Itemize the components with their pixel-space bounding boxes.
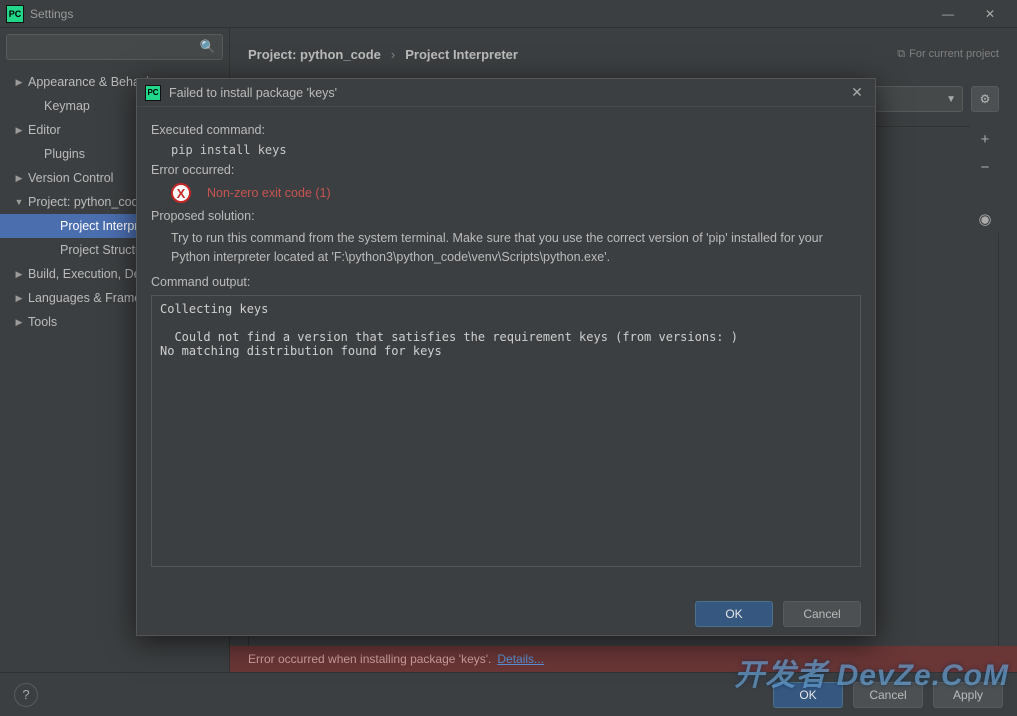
tree-arrow-icon: ▶ bbox=[14, 77, 24, 88]
sidebar-item-label: Tools bbox=[28, 315, 57, 329]
titlebar: PC Settings — ✕ bbox=[0, 0, 1017, 28]
tree-arrow-icon: ▼ bbox=[14, 197, 24, 207]
output-label: Command output: bbox=[151, 275, 861, 289]
app-icon: PC bbox=[6, 5, 24, 23]
search-input[interactable] bbox=[13, 40, 200, 54]
error-icon: X bbox=[171, 183, 191, 203]
dialog-app-icon: PC bbox=[145, 85, 161, 101]
sidebar-item-label: Editor bbox=[28, 123, 61, 137]
chevron-down-icon: ▼ bbox=[946, 94, 956, 105]
executed-label: Executed command: bbox=[151, 123, 861, 137]
sidebar-item-label: Keymap bbox=[44, 99, 90, 113]
error-dialog: PC Failed to install package 'keys' ✕ Ex… bbox=[136, 78, 876, 636]
bottom-bar: ? OK Cancel Apply bbox=[0, 672, 1017, 716]
tree-arrow-icon: ▶ bbox=[14, 317, 24, 328]
sidebar-item-label: Project: python_code bbox=[28, 195, 145, 209]
breadcrumb-sep-icon: › bbox=[391, 47, 395, 62]
help-button[interactable]: ? bbox=[14, 683, 38, 707]
interpreter-gear-button[interactable]: ⚙ bbox=[971, 86, 999, 112]
gear-icon: ⚙ bbox=[980, 92, 991, 106]
crumb-project: Project: python_code bbox=[248, 47, 381, 62]
show-packages-button[interactable]: ◉ bbox=[970, 205, 1000, 233]
dialog-cancel-button[interactable]: Cancel bbox=[783, 601, 861, 627]
error-banner-text: Error occurred when installing package '… bbox=[248, 652, 491, 666]
tree-arrow-icon: ▶ bbox=[14, 269, 24, 280]
window-title: Settings bbox=[30, 7, 73, 21]
copy-icon: ⧉ bbox=[897, 48, 905, 61]
close-window-button[interactable]: ✕ bbox=[969, 0, 1011, 28]
crumb-section: Project Interpreter bbox=[405, 47, 518, 62]
dialog-titlebar: PC Failed to install package 'keys' ✕ bbox=[137, 79, 875, 107]
settings-apply-button[interactable]: Apply bbox=[933, 682, 1003, 708]
sidebar-search[interactable]: 🔍 bbox=[6, 34, 223, 60]
sidebar-item-label: Plugins bbox=[44, 147, 85, 161]
settings-ok-button[interactable]: OK bbox=[773, 682, 843, 708]
for-current-text: For current project bbox=[909, 48, 999, 60]
dialog-button-row: OK Cancel bbox=[137, 593, 875, 635]
dialog-title: Failed to install package 'keys' bbox=[169, 86, 337, 100]
dialog-body: Executed command: pip install keys Error… bbox=[137, 107, 875, 593]
executed-command: pip install keys bbox=[171, 143, 861, 157]
error-details-link[interactable]: Details... bbox=[497, 652, 544, 666]
add-package-button[interactable]: + bbox=[970, 125, 1000, 153]
tree-arrow-icon: ▶ bbox=[14, 173, 24, 184]
dialog-close-button[interactable]: ✕ bbox=[847, 84, 867, 101]
settings-cancel-button[interactable]: Cancel bbox=[853, 682, 923, 708]
command-output[interactable]: Collecting keys Could not find a version… bbox=[151, 295, 861, 567]
dialog-ok-button[interactable]: OK bbox=[695, 601, 773, 627]
proposed-label: Proposed solution: bbox=[151, 209, 861, 223]
tree-arrow-icon: ▶ bbox=[14, 125, 24, 136]
search-icon: 🔍 bbox=[200, 39, 216, 55]
sidebar-item-label: Version Control bbox=[28, 171, 113, 185]
breadcrumb: Project: python_code › Project Interpret… bbox=[248, 40, 999, 68]
for-current-project-label: ⧉ For current project bbox=[897, 48, 999, 61]
remove-package-button[interactable]: − bbox=[970, 153, 1000, 181]
error-occurred-label: Error occurred: bbox=[151, 163, 861, 177]
package-toolbar: + − ◉ bbox=[970, 125, 1000, 233]
minimize-button[interactable]: — bbox=[927, 0, 969, 28]
proposed-solution: Try to run this command from the system … bbox=[171, 229, 861, 267]
error-banner: Error occurred when installing package '… bbox=[230, 646, 1017, 672]
tree-arrow-icon: ▶ bbox=[14, 293, 24, 304]
error-message: Non-zero exit code (1) bbox=[207, 186, 331, 200]
